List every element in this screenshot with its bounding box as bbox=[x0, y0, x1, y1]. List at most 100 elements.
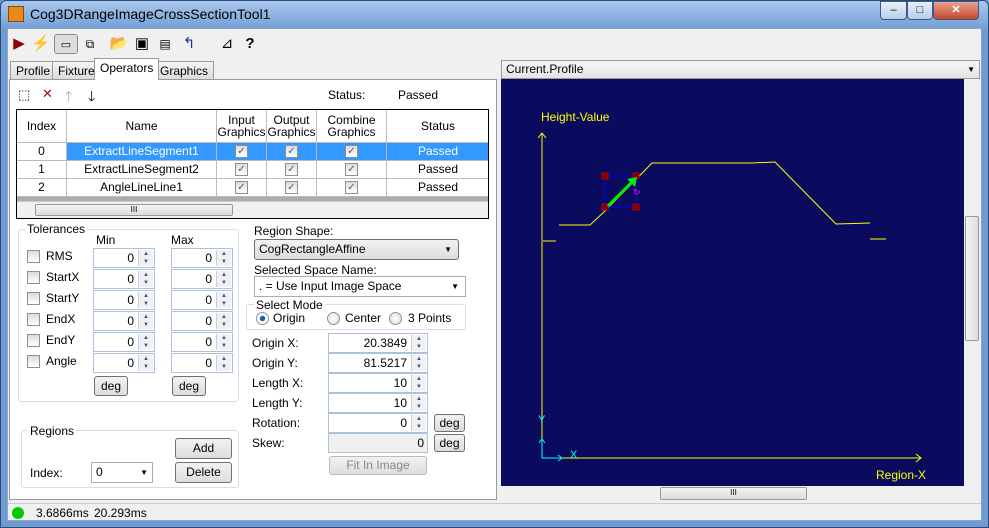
col-header-input-graphics[interactable]: Input Graphics bbox=[217, 110, 267, 143]
grid-cell-name[interactable]: AngleLineLine1 bbox=[67, 179, 217, 197]
spinner-arrows-icon[interactable]: ▲ ▼ bbox=[138, 313, 153, 329]
max-deg-button[interactable]: deg bbox=[172, 376, 206, 396]
tool-icon[interactable]: ⊿ bbox=[217, 34, 237, 54]
add-operator-icon[interactable]: ⬚ bbox=[18, 87, 30, 103]
region-field-input[interactable]: 81.5217 ▲ ▼ bbox=[328, 353, 428, 373]
grid-cell-output[interactable]: ✓ bbox=[267, 161, 317, 179]
profile-display[interactable]: ↻ Height-Value Region-X X Y bbox=[501, 79, 964, 486]
grid-horizontal-scrollbar[interactable]: III bbox=[17, 201, 488, 218]
grid-cell-status[interactable]: Passed bbox=[387, 143, 488, 161]
col-header-combine-graphics[interactable]: Combine Graphics bbox=[317, 110, 387, 143]
handle[interactable] bbox=[632, 203, 640, 211]
spinner-arrows-icon[interactable]: ▲ ▼ bbox=[216, 313, 231, 329]
tolerance-checkbox[interactable] bbox=[27, 271, 40, 284]
maximize-button[interactable]: □ bbox=[907, 1, 933, 20]
min-deg-button[interactable]: deg bbox=[94, 376, 128, 396]
tolerance-min-spinner[interactable]: 0 ▲ ▼ bbox=[93, 353, 155, 373]
rotation-deg-button[interactable]: deg bbox=[434, 414, 465, 432]
three-points-radio[interactable] bbox=[389, 312, 402, 325]
tolerance-max-spinner[interactable]: 0 ▲ ▼ bbox=[171, 311, 233, 331]
spinner-arrows-icon[interactable]: ▲ ▼ bbox=[411, 375, 426, 391]
spinner-arrows-icon[interactable]: ▲ ▼ bbox=[411, 355, 426, 371]
spinner-arrows-icon[interactable]: ▲ ▼ bbox=[138, 334, 153, 350]
skew-deg-button[interactable]: deg bbox=[434, 434, 465, 452]
region-field-input[interactable]: 10 ▲ ▼ bbox=[328, 373, 428, 393]
center-radio-label[interactable]: Center bbox=[345, 311, 381, 325]
spinner-arrows-icon[interactable]: ▲ ▼ bbox=[138, 292, 153, 308]
reset-icon[interactable]: ↰ bbox=[179, 34, 199, 54]
tab-graphics[interactable]: Graphics bbox=[154, 61, 215, 79]
minimize-button[interactable]: ‒ bbox=[880, 1, 907, 20]
grid-cell-combine[interactable]: ✓ bbox=[317, 179, 387, 197]
floating-icon[interactable]: ⧉ bbox=[80, 34, 100, 54]
display-horizontal-scrollbar[interactable]: III bbox=[501, 486, 964, 501]
tolerance-min-spinner[interactable]: 0 ▲ ▼ bbox=[93, 290, 155, 310]
delete-region-button[interactable]: Delete bbox=[175, 462, 232, 483]
scrollbar-thumb[interactable]: III bbox=[660, 487, 807, 500]
save-as-icon[interactable]: ▤ bbox=[155, 34, 175, 54]
output-graphics-checkbox[interactable]: ✓ bbox=[285, 181, 298, 195]
show-image-icon[interactable]: ▭ bbox=[54, 34, 78, 54]
combine-graphics-checkbox[interactable]: ✓ bbox=[345, 163, 358, 177]
tolerance-max-spinner[interactable]: 0 ▲ ▼ bbox=[171, 248, 233, 268]
grid-cell-status[interactable]: Passed bbox=[387, 161, 488, 179]
tab-profile[interactable]: Profile bbox=[10, 61, 57, 79]
scrollbar-thumb[interactable] bbox=[965, 216, 979, 341]
electric-icon[interactable]: ⚡ bbox=[31, 34, 51, 54]
spinner-arrows-icon[interactable]: ▲ ▼ bbox=[216, 355, 231, 371]
col-header-output-graphics[interactable]: Output Graphics bbox=[267, 110, 317, 143]
output-graphics-checkbox[interactable]: ✓ bbox=[285, 145, 298, 159]
scrollbar-thumb[interactable]: III bbox=[35, 204, 233, 216]
spinner-arrows-icon[interactable]: ▲ ▼ bbox=[138, 271, 153, 287]
tolerance-max-spinner[interactable]: 0 ▲ ▼ bbox=[171, 269, 233, 289]
input-graphics-checkbox[interactable]: ✓ bbox=[235, 145, 248, 159]
col-header-index[interactable]: Index bbox=[17, 110, 67, 143]
three-points-radio-label[interactable]: 3 Points bbox=[408, 311, 451, 325]
display-selector[interactable]: Current.Profile ▼ bbox=[501, 60, 980, 79]
region-field-input[interactable]: 10 ▲ ▼ bbox=[328, 393, 428, 413]
region-field-input[interactable]: 20.3849 ▲ ▼ bbox=[328, 333, 428, 353]
add-region-button[interactable]: Add bbox=[175, 438, 232, 459]
region-field-input[interactable]: 0 ▲ ▼ bbox=[328, 413, 428, 433]
tolerance-max-spinner[interactable]: 0 ▲ ▼ bbox=[171, 353, 233, 373]
spinner-arrows-icon[interactable]: ▲ ▼ bbox=[411, 415, 426, 431]
rotate-handle-icon[interactable]: ↻ bbox=[633, 187, 641, 197]
output-graphics-checkbox[interactable]: ✓ bbox=[285, 163, 298, 177]
delete-operator-icon[interactable]: ✕ bbox=[42, 86, 53, 102]
tab-operators[interactable]: Operators bbox=[94, 58, 160, 80]
run-icon[interactable]: ▶ bbox=[9, 34, 29, 54]
tolerance-checkbox[interactable] bbox=[27, 355, 40, 368]
grid-cell-combine[interactable]: ✓ bbox=[317, 161, 387, 179]
fit-in-image-button[interactable]: Fit In Image bbox=[329, 456, 427, 475]
tolerance-checkbox[interactable] bbox=[27, 313, 40, 326]
close-button[interactable]: ✕ bbox=[933, 1, 979, 20]
save-icon[interactable]: ▣ bbox=[132, 34, 152, 54]
display-vertical-scrollbar[interactable] bbox=[964, 79, 980, 486]
spinner-arrows-icon[interactable]: ▲ ▼ bbox=[138, 355, 153, 371]
grid-cell-name[interactable]: ExtractLineSegment1 bbox=[67, 143, 217, 161]
spinner-arrows-icon[interactable]: ▲ ▼ bbox=[411, 335, 426, 351]
index-select[interactable]: 0 ▼ bbox=[91, 462, 153, 483]
input-graphics-checkbox[interactable]: ✓ bbox=[235, 163, 248, 177]
region-shape-select[interactable]: CogRectangleAffine ▼ bbox=[254, 239, 459, 260]
spinner-arrows-icon[interactable]: ▲ ▼ bbox=[216, 292, 231, 308]
input-graphics-checkbox[interactable]: ✓ bbox=[235, 181, 248, 195]
grid-cell-index[interactable]: 2 bbox=[17, 179, 67, 197]
col-header-status[interactable]: Status bbox=[387, 110, 488, 143]
combine-graphics-checkbox[interactable]: ✓ bbox=[345, 181, 358, 195]
tolerance-checkbox[interactable] bbox=[27, 250, 40, 263]
spinner-arrows-icon[interactable]: ▲ ▼ bbox=[216, 250, 231, 266]
tolerance-checkbox[interactable] bbox=[27, 334, 40, 347]
tolerance-min-spinner[interactable]: 0 ▲ ▼ bbox=[93, 269, 155, 289]
grid-cell-output[interactable]: ✓ bbox=[267, 143, 317, 161]
grid-cell-index[interactable]: 0 bbox=[17, 143, 67, 161]
tolerance-max-spinner[interactable]: 0 ▲ ▼ bbox=[171, 290, 233, 310]
move-up-icon[interactable]: 🡑 bbox=[65, 86, 72, 110]
tolerance-min-spinner[interactable]: 0 ▲ ▼ bbox=[93, 332, 155, 352]
tolerance-max-spinner[interactable]: 0 ▲ ▼ bbox=[171, 332, 233, 352]
open-icon[interactable]: 📂 bbox=[109, 34, 129, 54]
spinner-arrows-icon[interactable]: ▲ ▼ bbox=[138, 250, 153, 266]
grid-cell-status[interactable]: Passed bbox=[387, 179, 488, 197]
move-down-icon[interactable]: 🡓 bbox=[88, 86, 95, 110]
spinner-arrows-icon[interactable]: ▲ ▼ bbox=[216, 271, 231, 287]
